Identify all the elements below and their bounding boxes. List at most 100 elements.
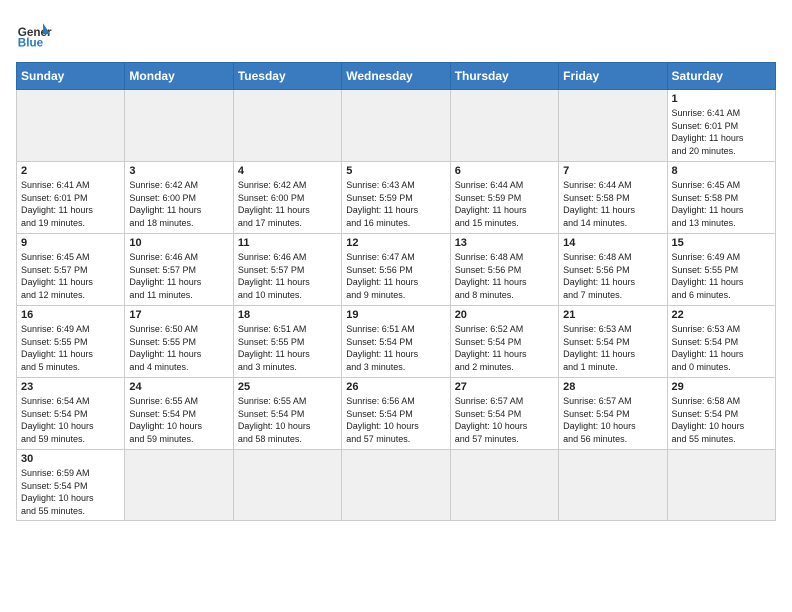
day-info: Sunrise: 6:51 AM Sunset: 5:55 PM Dayligh… xyxy=(238,323,337,373)
day-info: Sunrise: 6:48 AM Sunset: 5:56 PM Dayligh… xyxy=(455,251,554,301)
day-number: 12 xyxy=(346,237,445,249)
calendar-table: SundayMondayTuesdayWednesdayThursdayFrid… xyxy=(16,62,776,521)
calendar-cell: 8 Sunrise: 6:45 AM Sunset: 5:58 PM Daylig… xyxy=(667,162,775,234)
calendar-cell xyxy=(233,90,341,162)
calendar-cell: 30Sunrise: 6:59 AM Sunset: 5:54 PM Dayli… xyxy=(17,450,125,521)
day-number: 26 xyxy=(346,381,445,393)
day-number: 1 xyxy=(672,93,771,105)
day-number: 23 xyxy=(21,381,120,393)
calendar-cell: 25Sunrise: 6:55 AM Sunset: 5:54 PM Dayli… xyxy=(233,378,341,450)
day-info: Sunrise: 6:53 AM Sunset: 5:54 PM Dayligh… xyxy=(672,323,771,373)
day-number: 27 xyxy=(455,381,554,393)
weekday-header-friday: Friday xyxy=(559,63,667,90)
logo-icon: General Blue xyxy=(16,16,52,52)
calendar-cell xyxy=(559,90,667,162)
day-info: Sunrise: 6:42 AM Sunset: 6:00 PM Dayligh… xyxy=(129,179,228,229)
day-info: Sunrise: 6:47 AM Sunset: 5:56 PM Dayligh… xyxy=(346,251,445,301)
weekday-header-sunday: Sunday xyxy=(17,63,125,90)
calendar-cell: 2 Sunrise: 6:41 AM Sunset: 6:01 PM Daylig… xyxy=(17,162,125,234)
calendar-cell: 18 Sunrise: 6:51 AM Sunset: 5:55 PM Dayli… xyxy=(233,306,341,378)
day-info: Sunrise: 6:55 AM Sunset: 5:54 PM Dayligh… xyxy=(129,395,228,445)
day-number: 25 xyxy=(238,381,337,393)
day-number: 29 xyxy=(672,381,771,393)
calendar-cell xyxy=(233,450,341,521)
weekday-header-tuesday: Tuesday xyxy=(233,63,341,90)
calendar-cell: 10Sunrise: 6:46 AM Sunset: 5:57 PM Dayli… xyxy=(125,234,233,306)
logo: General Blue xyxy=(16,16,52,52)
calendar-cell xyxy=(342,450,450,521)
calendar-cell xyxy=(450,90,558,162)
day-number: 30 xyxy=(21,453,120,465)
calendar-cell: 19Sunrise: 6:51 AM Sunset: 5:54 PM Dayli… xyxy=(342,306,450,378)
day-number: 4 xyxy=(238,165,337,177)
calendar-cell: 22Sunrise: 6:53 AM Sunset: 5:54 PM Dayli… xyxy=(667,306,775,378)
calendar-week-row: 9Sunrise: 6:45 AM Sunset: 5:57 PM Daylig… xyxy=(17,234,776,306)
day-info: Sunrise: 6:57 AM Sunset: 5:54 PM Dayligh… xyxy=(455,395,554,445)
day-number: 15 xyxy=(672,237,771,249)
day-number: 5 xyxy=(346,165,445,177)
day-info: Sunrise: 6:45 AM Sunset: 5:58 PM Dayligh… xyxy=(672,179,771,229)
day-number: 2 xyxy=(21,165,120,177)
calendar-cell: 11Sunrise: 6:46 AM Sunset: 5:57 PM Dayli… xyxy=(233,234,341,306)
day-number: 6 xyxy=(455,165,554,177)
day-info: Sunrise: 6:46 AM Sunset: 5:57 PM Dayligh… xyxy=(238,251,337,301)
day-number: 24 xyxy=(129,381,228,393)
day-number: 28 xyxy=(563,381,662,393)
calendar-cell: 14 Sunrise: 6:48 AM Sunset: 5:56 PM Dayli… xyxy=(559,234,667,306)
day-info: Sunrise: 6:42 AM Sunset: 6:00 PM Dayligh… xyxy=(238,179,337,229)
calendar-week-row: 1 Sunrise: 6:41 AM Sunset: 6:01 PM Daylig… xyxy=(17,90,776,162)
calendar-cell: 29 Sunrise: 6:58 AM Sunset: 5:54 PM Dayli… xyxy=(667,378,775,450)
day-info: Sunrise: 6:43 AM Sunset: 5:59 PM Dayligh… xyxy=(346,179,445,229)
day-info: Sunrise: 6:58 AM Sunset: 5:54 PM Dayligh… xyxy=(672,395,771,445)
calendar-cell: 4 Sunrise: 6:42 AM Sunset: 6:00 PM Daylig… xyxy=(233,162,341,234)
calendar-cell: 20Sunrise: 6:52 AM Sunset: 5:54 PM Dayli… xyxy=(450,306,558,378)
day-info: Sunrise: 6:44 AM Sunset: 5:58 PM Dayligh… xyxy=(563,179,662,229)
calendar-week-row: 23 Sunrise: 6:54 AM Sunset: 5:54 PM Dayli… xyxy=(17,378,776,450)
calendar-cell: 17 Sunrise: 6:50 AM Sunset: 5:55 PM Dayli… xyxy=(125,306,233,378)
day-number: 20 xyxy=(455,309,554,321)
weekday-header-thursday: Thursday xyxy=(450,63,558,90)
day-number: 16 xyxy=(21,309,120,321)
day-info: Sunrise: 6:41 AM Sunset: 6:01 PM Dayligh… xyxy=(21,179,120,229)
calendar-cell xyxy=(125,90,233,162)
day-info: Sunrise: 6:51 AM Sunset: 5:54 PM Dayligh… xyxy=(346,323,445,373)
calendar-cell: 15 Sunrise: 6:49 AM Sunset: 5:55 PM Dayli… xyxy=(667,234,775,306)
calendar-week-row: 2 Sunrise: 6:41 AM Sunset: 6:01 PM Daylig… xyxy=(17,162,776,234)
calendar-cell: 28 Sunrise: 6:57 AM Sunset: 5:54 PM Dayli… xyxy=(559,378,667,450)
weekday-header-saturday: Saturday xyxy=(667,63,775,90)
weekday-header-row: SundayMondayTuesdayWednesdayThursdayFrid… xyxy=(17,63,776,90)
calendar-cell: 5 Sunrise: 6:43 AM Sunset: 5:59 PM Daylig… xyxy=(342,162,450,234)
day-number: 7 xyxy=(563,165,662,177)
calendar-week-row: 30Sunrise: 6:59 AM Sunset: 5:54 PM Dayli… xyxy=(17,450,776,521)
weekday-header-wednesday: Wednesday xyxy=(342,63,450,90)
calendar-cell xyxy=(559,450,667,521)
day-info: Sunrise: 6:49 AM Sunset: 5:55 PM Dayligh… xyxy=(672,251,771,301)
calendar-cell: 1 Sunrise: 6:41 AM Sunset: 6:01 PM Daylig… xyxy=(667,90,775,162)
calendar-week-row: 16Sunrise: 6:49 AM Sunset: 5:55 PM Dayli… xyxy=(17,306,776,378)
day-info: Sunrise: 6:48 AM Sunset: 5:56 PM Dayligh… xyxy=(563,251,662,301)
calendar-cell: 24 Sunrise: 6:55 AM Sunset: 5:54 PM Dayli… xyxy=(125,378,233,450)
day-number: 13 xyxy=(455,237,554,249)
day-number: 8 xyxy=(672,165,771,177)
calendar-cell: 23 Sunrise: 6:54 AM Sunset: 5:54 PM Dayli… xyxy=(17,378,125,450)
calendar-cell xyxy=(450,450,558,521)
calendar-cell: 21Sunrise: 6:53 AM Sunset: 5:54 PM Dayli… xyxy=(559,306,667,378)
page-header: General Blue xyxy=(16,16,776,52)
calendar-cell xyxy=(667,450,775,521)
calendar-cell: 7 Sunrise: 6:44 AM Sunset: 5:58 PM Daylig… xyxy=(559,162,667,234)
calendar-cell: 27 Sunrise: 6:57 AM Sunset: 5:54 PM Dayli… xyxy=(450,378,558,450)
day-info: Sunrise: 6:56 AM Sunset: 5:54 PM Dayligh… xyxy=(346,395,445,445)
day-info: Sunrise: 6:50 AM Sunset: 5:55 PM Dayligh… xyxy=(129,323,228,373)
day-info: Sunrise: 6:41 AM Sunset: 6:01 PM Dayligh… xyxy=(672,107,771,157)
day-info: Sunrise: 6:54 AM Sunset: 5:54 PM Dayligh… xyxy=(21,395,120,445)
day-number: 18 xyxy=(238,309,337,321)
day-number: 3 xyxy=(129,165,228,177)
day-info: Sunrise: 6:46 AM Sunset: 5:57 PM Dayligh… xyxy=(129,251,228,301)
day-info: Sunrise: 6:57 AM Sunset: 5:54 PM Dayligh… xyxy=(563,395,662,445)
calendar-cell: 16Sunrise: 6:49 AM Sunset: 5:55 PM Dayli… xyxy=(17,306,125,378)
day-info: Sunrise: 6:44 AM Sunset: 5:59 PM Dayligh… xyxy=(455,179,554,229)
calendar-cell: 6 Sunrise: 6:44 AM Sunset: 5:59 PM Daylig… xyxy=(450,162,558,234)
calendar-cell xyxy=(125,450,233,521)
day-number: 17 xyxy=(129,309,228,321)
day-number: 14 xyxy=(563,237,662,249)
